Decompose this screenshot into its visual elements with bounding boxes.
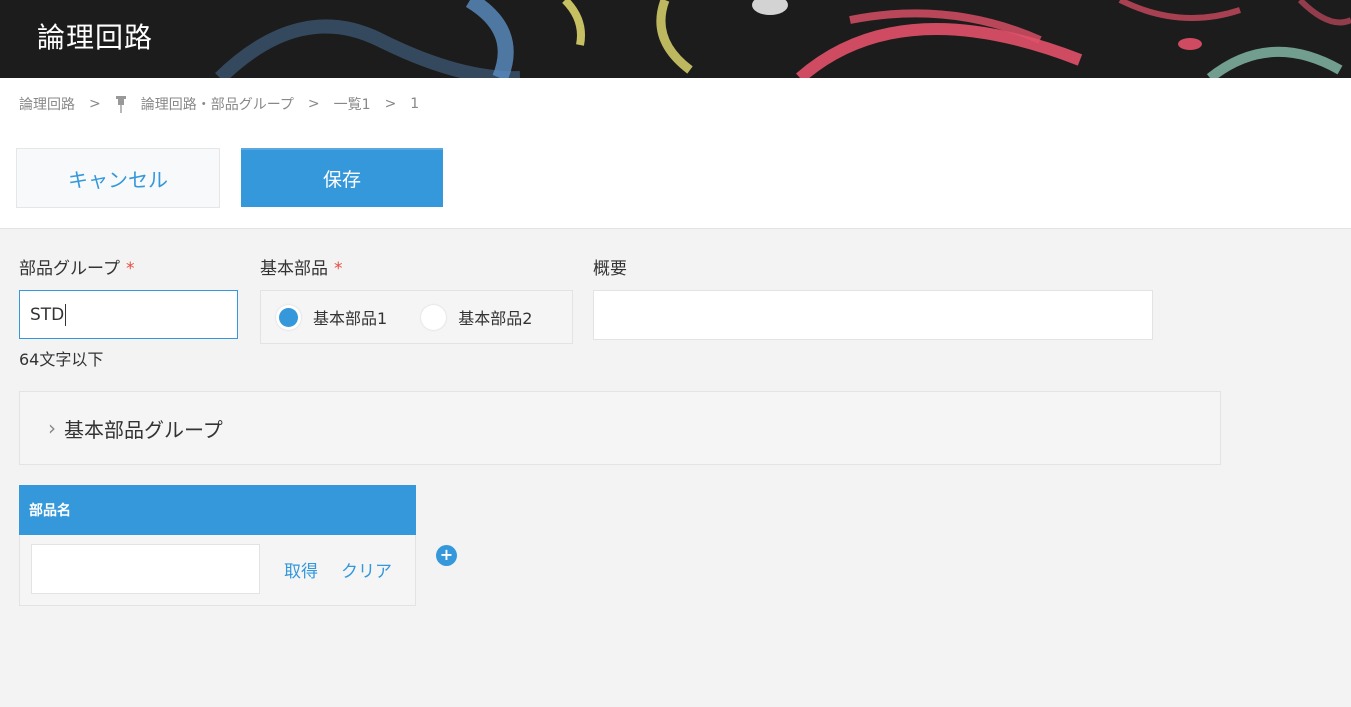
breadcrumb-separator: >	[307, 96, 320, 112]
breadcrumb-item-list[interactable]: 一覧1	[334, 94, 371, 114]
breadcrumb-item-space[interactable]: 論理回路・部品グループ	[141, 94, 294, 114]
group-field-label: 部品グループ *	[19, 254, 134, 279]
save-button[interactable]: 保存	[241, 148, 443, 207]
chalkboard-banner-image	[0, 0, 1351, 78]
breadcrumb-separator: >	[89, 96, 101, 112]
required-mark: *	[334, 259, 343, 279]
app-title: 論理回路	[37, 21, 154, 54]
breadcrumb-item-app[interactable]: 論理回路	[19, 94, 75, 114]
app-header: 論理回路	[0, 0, 1351, 78]
base-part-label-text: 基本部品	[260, 259, 328, 279]
text-cursor	[65, 303, 67, 326]
radio-selected-icon[interactable]	[276, 304, 301, 330]
pin-icon	[115, 96, 126, 113]
base-part-group-panel[interactable]: › 基本部品グループ	[19, 391, 1221, 465]
summary-input[interactable]	[593, 290, 1153, 340]
get-link[interactable]: 取得	[284, 557, 318, 582]
radio-unselected-icon[interactable]	[421, 304, 447, 330]
group-input-hint: 64文字以下	[19, 350, 104, 369]
part-name-input[interactable]	[31, 544, 260, 594]
breadcrumb-separator: >	[384, 96, 397, 112]
group-label-text: 部品グループ	[19, 259, 120, 279]
breadcrumb-item-record: 1	[410, 96, 420, 112]
group-input[interactable]: STD	[19, 290, 238, 339]
parts-table-header: 部品名	[19, 485, 416, 535]
chevron-right-icon[interactable]: ›	[48, 416, 56, 440]
parts-table-row: 取得 クリア	[19, 535, 416, 606]
add-row-icon[interactable]: +	[436, 545, 457, 566]
action-bar: 論理回路 > 論理回路・部品グループ > 一覧1 > 1 キャンセル 保存	[0, 78, 1351, 229]
radio-option-label: 基本部品2	[458, 309, 533, 328]
group-panel-title: 基本部品グループ	[64, 417, 223, 442]
base-part-field-label: 基本部品 *	[260, 254, 343, 279]
breadcrumb: 論理回路 > 論理回路・部品グループ > 一覧1 > 1	[19, 94, 419, 114]
cancel-button[interactable]: キャンセル	[16, 148, 220, 208]
radio-option-2[interactable]: 基本部品2	[421, 304, 533, 330]
summary-field-label: 概要	[593, 259, 627, 279]
base-part-radio-group: 基本部品1 基本部品2	[260, 290, 573, 344]
radio-option-1[interactable]: 基本部品1	[276, 304, 388, 330]
required-mark: *	[125, 259, 135, 279]
group-input-value: STD	[30, 304, 65, 325]
clear-link[interactable]: クリア	[341, 557, 392, 582]
radio-option-label: 基本部品1	[313, 309, 388, 328]
